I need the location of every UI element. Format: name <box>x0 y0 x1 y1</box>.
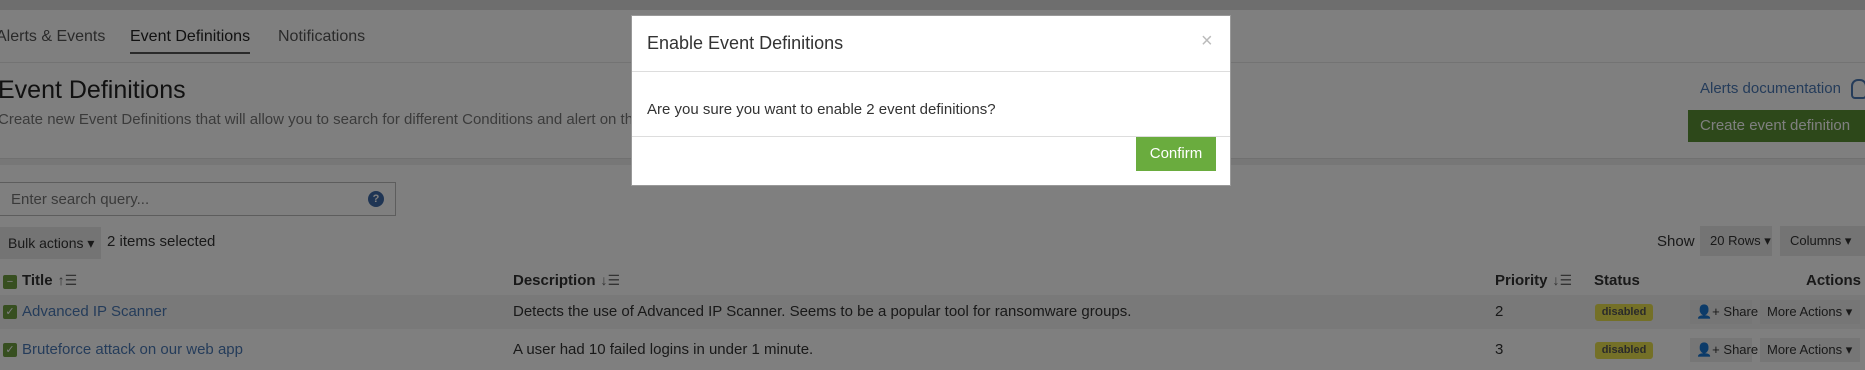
close-icon[interactable]: × <box>1201 30 1213 53</box>
modal-body: Are you sure you want to enable 2 event … <box>632 72 1230 137</box>
modal-message: Are you sure you want to enable 2 event … <box>647 101 996 118</box>
confirm-button[interactable]: Confirm <box>1136 137 1216 171</box>
enable-event-definitions-dialog: Enable Event Definitions × Are you sure … <box>631 15 1231 186</box>
modal-header: Enable Event Definitions × <box>632 16 1230 72</box>
modal-title: Enable Event Definitions <box>647 33 844 53</box>
